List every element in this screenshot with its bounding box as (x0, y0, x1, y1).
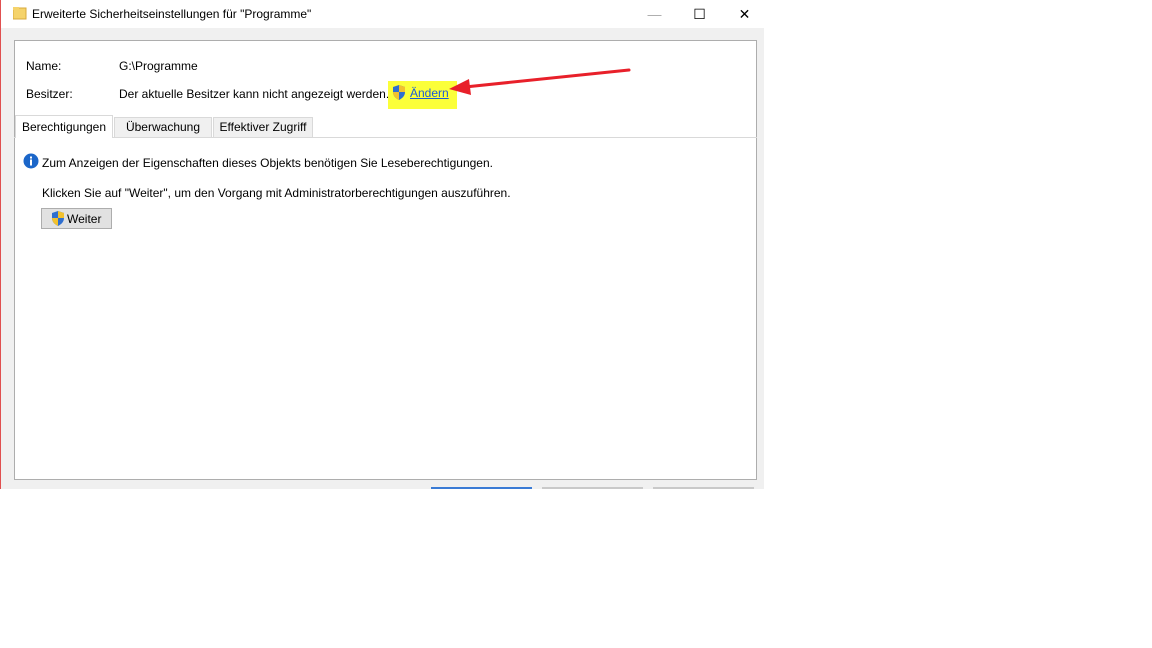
minimize-button[interactable]: — (632, 0, 677, 28)
cancel-button-edge[interactable] (542, 487, 643, 489)
continue-button[interactable]: Weiter (41, 208, 112, 229)
info-text: Zum Anzeigen der Eigenschaften dieses Ob… (42, 156, 493, 170)
annotation-arrow (449, 68, 631, 95)
uac-shield-icon (393, 85, 405, 100)
tab-permissions[interactable]: Berechtigungen (15, 115, 113, 138)
apply-button-edge[interactable] (653, 487, 754, 489)
continue-button-label: Weiter (67, 212, 102, 226)
window-title: Erweiterte Sicherheitseinstellungen für … (32, 7, 312, 21)
name-label: Name: (26, 59, 62, 73)
content-panel (14, 40, 757, 480)
owner-label: Besitzer: (26, 87, 73, 101)
security-settings-window: Erweiterte Sicherheitseinstellungen für … (0, 0, 764, 489)
tab-auditing[interactable]: Überwachung (114, 117, 212, 137)
owner-value: Der aktuelle Besitzer kann nicht angezei… (119, 87, 390, 101)
info-icon (23, 153, 39, 169)
name-value: G:\Programme (119, 59, 198, 73)
ok-button-edge[interactable] (431, 487, 532, 489)
tab-effective-access[interactable]: Effektiver Zugriff (213, 117, 313, 137)
close-button[interactable]: ✕ (722, 0, 767, 28)
uac-shield-icon (52, 211, 64, 226)
maximize-button[interactable]: ☐ (677, 0, 722, 28)
hint-text: Klicken Sie auf "Weiter", um den Vorgang… (42, 186, 511, 200)
title-bar: Erweiterte Sicherheitseinstellungen für … (1, 0, 764, 28)
tab-strip-border (14, 137, 757, 138)
folder-icon (13, 7, 27, 20)
